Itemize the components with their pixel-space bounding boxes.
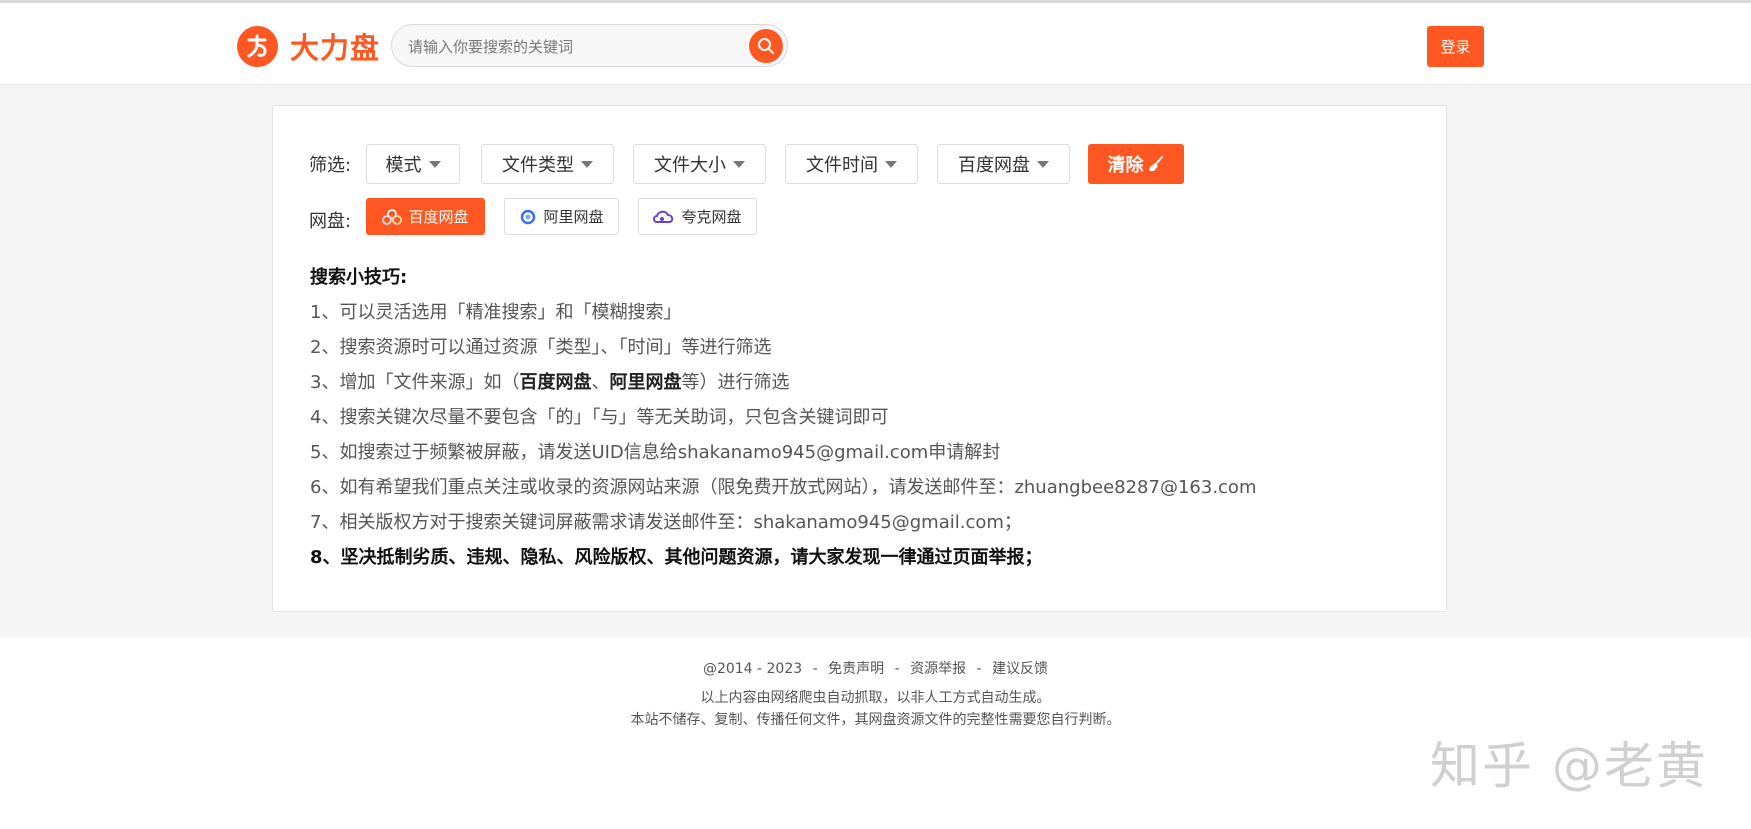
tip-text: 3、增加「文件来源」如（ <box>310 372 520 393</box>
pan-option-aliyun[interactable]: 阿里网盘 <box>504 198 619 235</box>
dropdown-mode-label: 模式 <box>385 155 422 176</box>
caret-down-icon <box>733 160 745 168</box>
caret-down-icon <box>885 160 897 168</box>
caret-down-icon <box>428 160 441 168</box>
separator: - <box>894 661 900 677</box>
separator: - <box>976 661 982 677</box>
watermark: 知乎 @老黄 <box>1430 737 1708 795</box>
pan-option-baidu[interactable]: 百度网盘 <box>366 198 485 235</box>
search-icon <box>758 38 774 54</box>
logo-mark-icon <box>237 25 278 67</box>
caret-down-icon <box>581 160 593 168</box>
tip-item: 4、搜索关键次尽量不要包含「的」「与」等无关助词，只包含关键词即可 <box>310 407 889 428</box>
pan-label: 网盘: <box>309 211 352 232</box>
clear-button[interactable]: 清除 <box>1088 144 1184 184</box>
filter-label: 筛选: <box>309 155 352 176</box>
tip-item: 5、如搜索过于频繁被屏蔽，请发送UID信息给shakanamo945@gmail… <box>310 442 1001 463</box>
pan-option-quark-label: 夸克网盘 <box>681 208 742 226</box>
header: 大力盘 登录 <box>0 3 1751 85</box>
caret-down-icon <box>1037 160 1049 168</box>
dropdown-mode[interactable]: 模式 <box>366 144 460 184</box>
dropdown-file-size[interactable]: 文件大小 <box>633 144 766 184</box>
tip-item: 7、相关版权方对于搜索关键词屏蔽需求请发送邮件至：shakanamo945@gm… <box>310 512 1022 533</box>
dropdown-file-size-label: 文件大小 <box>654 155 726 176</box>
footer-note: 以上内容由网络爬虫自动抓取，以非人工方式自动生成。 <box>700 690 1051 706</box>
pan-option-quark[interactable]: 夸克网盘 <box>638 198 757 235</box>
broom-icon <box>1148 156 1163 171</box>
aliyun-pan-icon <box>519 208 537 226</box>
quark-pan-icon <box>653 208 675 226</box>
tip-emphasis: 阿里网盘 <box>609 372 682 393</box>
dropdown-file-type-label: 文件类型 <box>502 155 574 176</box>
search-box <box>391 24 788 68</box>
tip-emphasis: 百度网盘 <box>519 372 592 393</box>
tip-item: 3、增加「文件来源」如（百度网盘、阿里网盘等）进行筛选 <box>310 368 789 394</box>
search-input[interactable] <box>406 25 730 68</box>
dropdown-file-time-label: 文件时间 <box>806 155 878 176</box>
pan-option-aliyun-label: 阿里网盘 <box>543 208 604 226</box>
copyright: @2014 - 2023 <box>702 661 803 677</box>
pan-option-baidu-label: 百度网盘 <box>408 208 469 226</box>
tip-item: 2、搜索资源时可以通过资源「类型」、「时间」等进行筛选 <box>310 337 772 358</box>
tip-text: 、 <box>591 372 610 393</box>
login-button[interactable]: 登录 <box>1427 26 1484 67</box>
tips-title: 搜索小技巧: <box>310 267 408 288</box>
baidu-pan-icon <box>382 208 403 226</box>
tip-item: 1、可以灵活选用「精准搜索」和「模糊搜索」 <box>310 302 682 323</box>
separator: - <box>812 661 818 677</box>
logo-text: 大力盘 <box>290 31 381 65</box>
dropdown-file-time[interactable]: 文件时间 <box>785 144 918 184</box>
clear-button-label: 清除 <box>1107 155 1144 176</box>
disclaimer-link[interactable]: 免责声明 <box>828 661 884 677</box>
feedback-link[interactable]: 建议反馈 <box>992 661 1048 677</box>
logo[interactable]: 大力盘 <box>237 24 380 68</box>
dropdown-file-type[interactable]: 文件类型 <box>481 144 614 184</box>
footer-links: @2014 - 2023 - 免责声明 - 资源举报 - 建议反馈 <box>0 658 1751 678</box>
tip-item: 8、坚决抵制劣质、违规、隐私、风险版权、其他问题资源，请大家发现一律通过页面举报… <box>310 547 1043 568</box>
tip-item: 6、如有希望我们重点关注或收录的资源网站来源（限免费开放式网站），请发送邮件至：… <box>310 477 1257 498</box>
search-button[interactable] <box>749 29 783 63</box>
report-link[interactable]: 资源举报 <box>910 661 966 677</box>
dropdown-pan-source-label: 百度网盘 <box>958 155 1030 176</box>
tip-text: 等）进行筛选 <box>681 372 790 393</box>
dropdown-pan-source[interactable]: 百度网盘 <box>937 144 1070 184</box>
